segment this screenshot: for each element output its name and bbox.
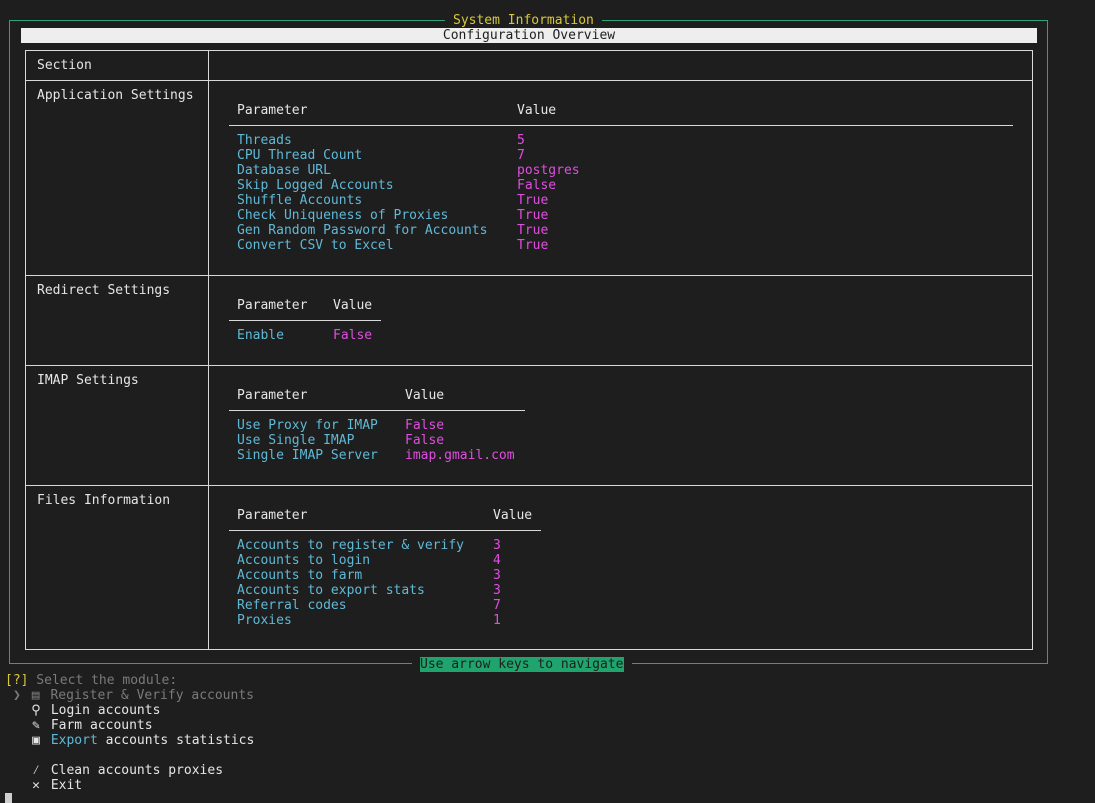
param-label: Use Proxy for IMAP bbox=[237, 418, 378, 433]
close-icon: ✕ bbox=[32, 778, 40, 793]
param-value: 7 bbox=[517, 148, 525, 163]
param-value: 1 bbox=[493, 613, 501, 628]
row-divider bbox=[25, 80, 1033, 81]
param-value: imap.gmail.com bbox=[405, 448, 515, 463]
menu-item-clean-proxies[interactable]: ⁄ Clean accounts proxies bbox=[29, 763, 223, 778]
prompt-mark: [?] bbox=[5, 673, 29, 688]
menu-item-label: Clean accounts proxies bbox=[50, 763, 224, 778]
menu-item-label: Login accounts bbox=[50, 703, 161, 718]
param-label: Accounts to export stats bbox=[237, 583, 425, 598]
register-icon: ▤ bbox=[31, 688, 40, 703]
param-value: 3 bbox=[493, 568, 501, 583]
value-header: Value bbox=[333, 298, 373, 313]
row-divider bbox=[25, 365, 1033, 366]
param-value: 5 bbox=[517, 133, 525, 148]
param-value: 3 bbox=[493, 538, 501, 553]
menu-item-label: Farm accounts bbox=[50, 718, 153, 733]
param-label: Accounts to register & verify bbox=[237, 538, 464, 553]
param-label: Enable bbox=[237, 328, 284, 343]
param-label: Threads bbox=[237, 133, 292, 148]
menu-item-label: accounts statistics bbox=[97, 733, 255, 748]
param-label: Accounts to login bbox=[237, 553, 371, 568]
subtable-divider bbox=[229, 320, 381, 321]
param-label: Single IMAP Server bbox=[237, 448, 378, 463]
param-label: Database URL bbox=[237, 163, 331, 178]
param-value: 7 bbox=[493, 598, 501, 613]
param-value: 3 bbox=[493, 583, 501, 598]
section-name-files: Files Information bbox=[37, 493, 171, 508]
menu-item-label-highlight: Export bbox=[50, 733, 98, 748]
row-divider bbox=[25, 275, 1033, 276]
param-label: Shuffle Accounts bbox=[237, 193, 363, 208]
param-value: postgres bbox=[517, 163, 580, 178]
param-header: Parameter bbox=[237, 388, 308, 403]
floppy-icon: ▣ bbox=[32, 733, 40, 748]
terminal-cursor bbox=[5, 793, 12, 803]
menu-item-label: Register & Verify accounts bbox=[50, 688, 254, 703]
value-header: Value bbox=[493, 508, 533, 523]
param-value: False bbox=[405, 433, 445, 448]
subtable-divider bbox=[229, 530, 541, 531]
module-prompt: [?] Select the module: bbox=[5, 673, 177, 688]
param-header: Parameter bbox=[237, 508, 308, 523]
param-label: Gen Random Password for Accounts bbox=[237, 223, 488, 238]
menu-item-label: Exit bbox=[50, 778, 83, 793]
value-header: Value bbox=[405, 388, 445, 403]
menu-item-export[interactable]: ▣ Export accounts statistics bbox=[29, 733, 254, 748]
section-name-imap: IMAP Settings bbox=[37, 373, 139, 388]
param-value: False bbox=[333, 328, 373, 343]
param-value: 4 bbox=[493, 553, 501, 568]
param-value: False bbox=[517, 178, 557, 193]
param-label: Proxies bbox=[237, 613, 292, 628]
menu-item-farm[interactable]: ✎ Farm accounts bbox=[29, 718, 153, 733]
param-value: True bbox=[517, 223, 549, 238]
row-divider bbox=[25, 485, 1033, 486]
param-label: Referral codes bbox=[237, 598, 347, 613]
menu-item-exit[interactable]: ✕ Exit bbox=[29, 778, 82, 793]
nav-hint-text: Use arrow keys to navigate bbox=[420, 657, 624, 672]
column-divider bbox=[208, 50, 209, 650]
param-value: True bbox=[517, 193, 549, 208]
subtable-divider bbox=[229, 410, 525, 411]
broom-icon: ⁄ bbox=[32, 763, 40, 778]
subtable-divider bbox=[229, 125, 1013, 126]
param-value: False bbox=[405, 418, 445, 433]
key-icon: ⚲ bbox=[31, 703, 41, 718]
section-name-application: Application Settings bbox=[37, 88, 194, 103]
nav-hint: Use arrow keys to navigate bbox=[412, 657, 632, 672]
selection-pointer-icon: ❯ bbox=[13, 688, 21, 703]
param-label: Accounts to farm bbox=[237, 568, 363, 583]
menu-item-login[interactable]: ⚲ Login accounts bbox=[29, 703, 160, 718]
param-label: CPU Thread Count bbox=[237, 148, 363, 163]
config-table bbox=[25, 50, 1033, 650]
param-value: True bbox=[517, 208, 549, 223]
param-label: Check Uniqueness of Proxies bbox=[237, 208, 449, 223]
param-label: Convert CSV to Excel bbox=[237, 238, 394, 253]
config-overview-title: Configuration Overview bbox=[21, 28, 1037, 43]
panel-title: System Information bbox=[445, 13, 602, 28]
farm-icon: ✎ bbox=[32, 718, 40, 733]
param-label: Skip Logged Accounts bbox=[237, 178, 394, 193]
param-value: True bbox=[517, 238, 549, 253]
section-name-redirect: Redirect Settings bbox=[37, 283, 171, 298]
prompt-text: Select the module: bbox=[28, 673, 178, 688]
menu-item-register[interactable]: ❯ ▤ Register & Verify accounts bbox=[13, 688, 254, 703]
param-label: Use Single IMAP bbox=[237, 433, 355, 448]
param-header: Parameter bbox=[237, 298, 308, 313]
section-header: Section bbox=[37, 58, 92, 73]
value-header: Value bbox=[517, 103, 557, 118]
param-header: Parameter bbox=[237, 103, 308, 118]
